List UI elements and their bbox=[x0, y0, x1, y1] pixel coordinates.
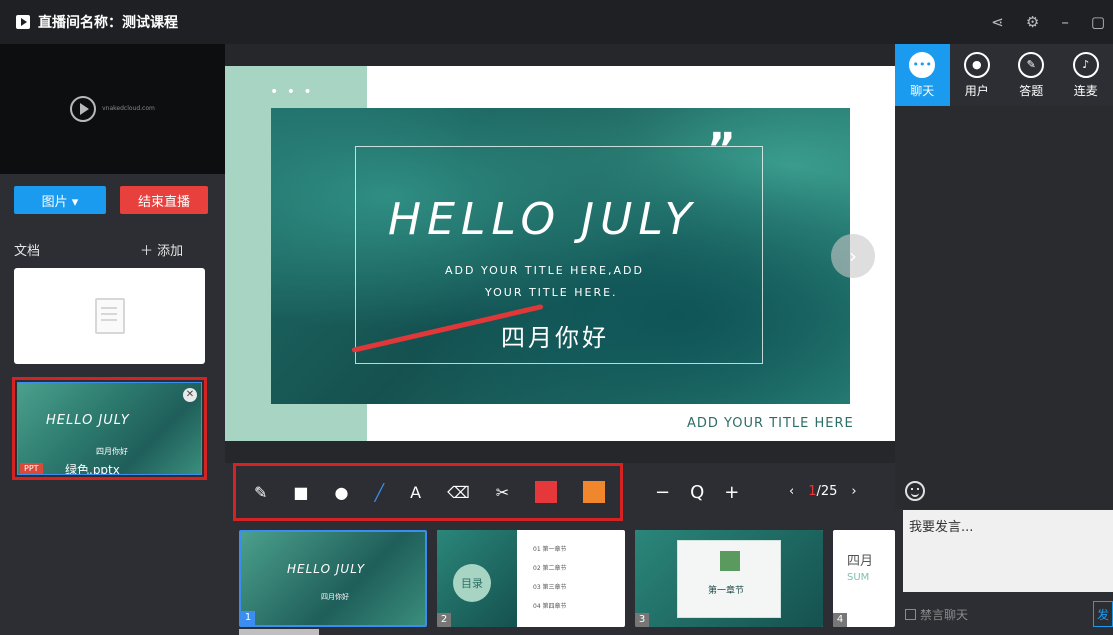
circle-icon[interactable]: ● bbox=[335, 483, 349, 502]
checkbox-icon[interactable] bbox=[905, 609, 916, 620]
toc-list: 01 第一章节 02 第二章节 03 第三章节 04 第四章节 bbox=[533, 546, 567, 610]
thumbnail-number: 4 bbox=[833, 613, 847, 627]
share-icon[interactable]: ⋖ bbox=[991, 13, 1004, 31]
send-button[interactable]: 发 bbox=[1093, 601, 1113, 627]
add-doc-button[interactable]: ＋ 添加 bbox=[140, 240, 183, 259]
live-icon bbox=[16, 15, 30, 29]
window-title: 直播间名称：测试课程 bbox=[38, 15, 178, 31]
app-window: 直播间名称：测试课程 ⋖ ⚙ – ▢ vnakedcloud.com 图片 ▾ … bbox=[0, 0, 1113, 635]
slide-subtitle-1: ADD YOUR TITLE HERE,ADD bbox=[445, 264, 644, 277]
thumbnail-number: 3 bbox=[635, 613, 649, 627]
side-tabs: ••• 聊天 ● 用户 ✎ 答题 ♪ 连麦 bbox=[895, 44, 1113, 106]
slide-title: HELLO JULY bbox=[388, 194, 698, 245]
tab-users[interactable]: ● 用户 bbox=[950, 44, 1005, 106]
draw-tools: ✎ ■ ● ╱ A ⌫ ✂ bbox=[233, 463, 623, 521]
chat-tools bbox=[895, 471, 1113, 509]
thumbnail-cn: 四月你好 bbox=[321, 593, 349, 601]
chat-messages bbox=[895, 106, 1113, 506]
logo-text: vnakedcloud.com bbox=[102, 105, 155, 112]
blank-doc-card[interactable] bbox=[14, 268, 205, 364]
play-logo-icon bbox=[70, 96, 97, 122]
thumbnail-1[interactable]: HELLO JULY 四月你好 1 bbox=[239, 530, 427, 627]
chapter-heading: 第一章节 bbox=[708, 586, 745, 596]
pen-icon: ✎ bbox=[1018, 51, 1045, 78]
toc-bubble: 目录 bbox=[453, 564, 491, 602]
thumbnail-title: HELLO JULY bbox=[287, 562, 366, 576]
mute-chat-toggle[interactable]: 禁言聊天 bbox=[905, 606, 968, 623]
picture-button[interactable]: 图片 ▾ bbox=[14, 186, 106, 214]
tab-mic[interactable]: ♪ 连麦 bbox=[1059, 44, 1113, 106]
rectangle-icon[interactable]: ■ bbox=[293, 483, 308, 502]
slide-bottom-bar bbox=[225, 441, 895, 463]
zoom-out-button[interactable]: − bbox=[655, 482, 670, 503]
pager: ‹ 1/25 › bbox=[789, 484, 857, 499]
docs-label: 文档 bbox=[14, 244, 41, 259]
close-icon[interactable]: ✕ bbox=[183, 388, 197, 402]
clear-icon[interactable]: ✂ bbox=[496, 483, 509, 502]
title-bar: 直播间名称：测试课程 ⋖ ⚙ – ▢ bbox=[0, 0, 1113, 44]
ppt-thumbnail: HELLO JULY 四月你好 ✕ PPT 绿色.pptx bbox=[17, 382, 202, 475]
logo: vnakedcloud.com bbox=[70, 96, 155, 122]
thumbnail-2[interactable]: 目录 01 第一章节 02 第二章节 03 第三章节 04 第四章节 2 bbox=[437, 530, 625, 627]
camera-preview: vnakedcloud.com bbox=[0, 44, 225, 174]
ppt-badge: PPT bbox=[20, 463, 43, 474]
slide-canvas[interactable]: • • • ” HELLO JULY ADD YOUR TITLE HERE,A… bbox=[225, 66, 895, 441]
eraser-icon[interactable]: ⌫ bbox=[447, 483, 470, 502]
thumbnail-sub: SUM bbox=[847, 572, 870, 583]
right-panel: ••• 聊天 ● 用户 ✎ 答题 ♪ 连麦 我要发言... 禁言聊天 发 bbox=[895, 44, 1113, 635]
maximize-icon[interactable]: ▢ bbox=[1091, 13, 1105, 31]
slide-chinese-title: 四月你好 bbox=[501, 324, 609, 352]
ppt-file-name: 绿色.pptx bbox=[65, 463, 120, 475]
ppt-mini-cn: 四月你好 bbox=[96, 447, 128, 456]
window-controls: ⋖ ⚙ – ▢ bbox=[991, 0, 1113, 44]
zoom-icon[interactable]: Q bbox=[690, 482, 704, 503]
zoom-in-button[interactable]: + bbox=[724, 482, 739, 503]
next-page-button[interactable]: › bbox=[851, 484, 856, 499]
color-swatch-red[interactable] bbox=[535, 481, 558, 503]
thumbnail-strip: HELLO JULY 四月你好 1 目录 01 第一章节 02 第二章节 03 … bbox=[225, 521, 895, 635]
total-pages: /25 bbox=[816, 484, 838, 499]
quote-mark: ” bbox=[707, 124, 736, 175]
slide-footer-title: ADD YOUR TITLE HERE bbox=[687, 416, 854, 431]
chapter-card: 第一章节 bbox=[677, 540, 781, 618]
left-panel: vnakedcloud.com 图片 ▾ 结束直播 文档 ＋ 添加 HELLO … bbox=[0, 44, 225, 635]
thumbnail-scrollbar[interactable] bbox=[239, 629, 319, 635]
thumbnail-heading: 四月 bbox=[847, 554, 874, 569]
tab-chat[interactable]: ••• 聊天 bbox=[895, 44, 950, 106]
mic-icon: ♪ bbox=[1072, 51, 1099, 78]
emoji-icon[interactable] bbox=[905, 481, 925, 501]
thumbnail-3[interactable]: 第一章节 3 bbox=[635, 530, 823, 627]
chat-input[interactable]: 我要发言... bbox=[903, 510, 1113, 592]
chapter-image bbox=[720, 551, 740, 571]
users-icon: ● bbox=[963, 51, 990, 78]
text-icon[interactable]: A bbox=[410, 483, 421, 502]
thumbnail-number: 2 bbox=[437, 613, 451, 627]
drawing-toolbar: ✎ ■ ● ╱ A ⌫ ✂ − Q + ‹ 1/25 › bbox=[225, 463, 895, 521]
prev-page-button[interactable]: ‹ bbox=[789, 484, 794, 499]
ppt-mini-title: HELLO JULY bbox=[46, 413, 130, 428]
document-icon bbox=[94, 298, 125, 334]
line-icon[interactable]: ╱ bbox=[375, 483, 385, 502]
ppt-doc-card[interactable]: HELLO JULY 四月你好 ✕ PPT 绿色.pptx bbox=[12, 377, 207, 480]
slide-dots: • • • bbox=[270, 84, 314, 100]
thumbnail-number: 1 bbox=[241, 611, 255, 625]
zoom-controls: − Q + bbox=[655, 482, 739, 503]
end-live-button[interactable]: 结束直播 bbox=[120, 186, 208, 214]
thumbnail-4[interactable]: 四月 SUM 4 bbox=[833, 530, 895, 627]
gear-icon[interactable]: ⚙ bbox=[1026, 13, 1039, 31]
minimize-icon[interactable]: – bbox=[1061, 13, 1069, 31]
next-slide-button[interactable]: › bbox=[831, 234, 875, 278]
pencil-icon[interactable]: ✎ bbox=[254, 483, 267, 502]
tab-quiz[interactable]: ✎ 答题 bbox=[1004, 44, 1059, 106]
color-swatch-orange[interactable] bbox=[583, 481, 606, 503]
slide-top-bar bbox=[225, 44, 895, 66]
slide-subtitle-2: YOUR TITLE HERE. bbox=[485, 286, 618, 299]
chat-icon: ••• bbox=[909, 51, 936, 78]
